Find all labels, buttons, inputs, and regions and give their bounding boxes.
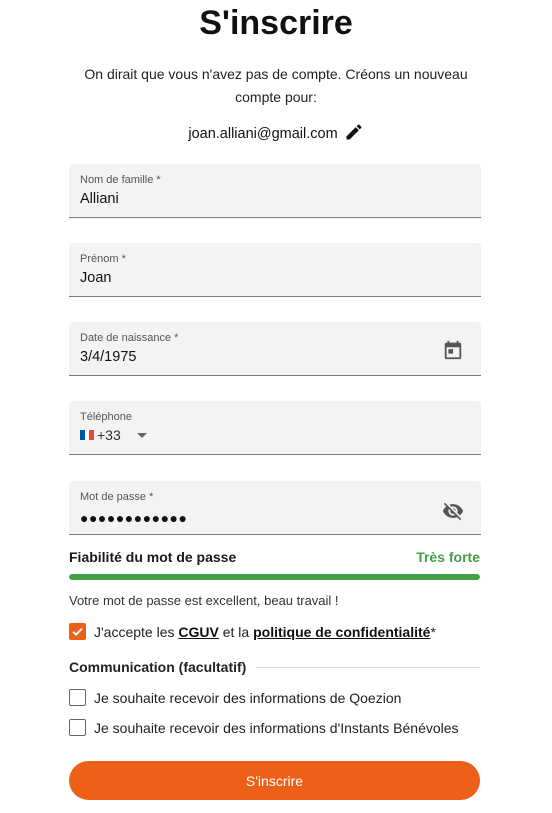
email-row: joan.alliani@gmail.com — [0, 122, 552, 146]
privacy-policy-link[interactable]: politique de confidentialité — [253, 624, 430, 640]
country-selector[interactable]: +33 — [80, 427, 147, 443]
password-value[interactable]: ●●●●●●●●●●●● — [80, 510, 187, 526]
instants-benevoles-checkbox[interactable] — [69, 719, 86, 736]
eye-off-icon[interactable] — [442, 500, 464, 522]
last-name-value[interactable]: Alliani — [80, 191, 119, 207]
comm-option-instants-benevoles: Je souhaite recevoir des informations d'… — [69, 719, 459, 736]
terms-row: J'accepte les CGUV et la politique de co… — [69, 623, 436, 640]
first-name-label: Prénom * — [80, 253, 126, 265]
phone-label: Téléphone — [80, 411, 132, 423]
comm-option-qoezion: Je souhaite recevoir des informations de… — [69, 689, 401, 706]
page-title: S'inscrire — [199, 4, 353, 42]
password-field[interactable]: Mot de passe * ●●●●●●●●●●●● — [69, 481, 481, 535]
first-name-value[interactable]: Joan — [80, 270, 111, 286]
terms-middle: et la — [218, 623, 254, 640]
checkmark-icon — [72, 628, 83, 636]
birth-date-field[interactable]: Date de naissance * 3/4/1975 — [69, 322, 481, 376]
cguv-link[interactable]: CGUV — [178, 624, 218, 640]
birth-date-value[interactable]: 3/4/1975 — [80, 349, 136, 365]
signup-button[interactable]: S'inscrire — [69, 761, 480, 800]
email-text: joan.alliani@gmail.com — [188, 126, 338, 142]
terms-checkbox[interactable] — [69, 623, 86, 640]
password-label: Mot de passe * — [80, 491, 154, 503]
last-name-label: Nom de famille * — [80, 174, 161, 186]
qoezion-checkbox[interactable] — [69, 689, 86, 706]
calendar-icon[interactable] — [442, 339, 464, 361]
communication-heading-row: Communication (facultatif) — [69, 659, 480, 675]
password-strength-message: Votre mot de passe est excellent, beau t… — [69, 593, 339, 608]
communication-heading: Communication (facultatif) — [69, 659, 247, 675]
instants-benevoles-label: Je souhaite recevoir des informations d'… — [94, 719, 459, 736]
password-strength-fill — [69, 574, 480, 580]
qoezion-label: Je souhaite recevoir des informations de… — [94, 689, 402, 706]
password-strength-level: Très forte — [416, 549, 480, 565]
divider — [256, 666, 480, 668]
intro-text: On dirait que vous n'avez pas de compte.… — [84, 66, 468, 105]
birth-date-label: Date de naissance * — [80, 332, 179, 344]
country-code: +33 — [97, 427, 121, 443]
france-flag-icon — [80, 430, 95, 440]
chevron-down-icon[interactable] — [136, 432, 147, 438]
phone-field[interactable]: Téléphone +33 — [69, 401, 481, 455]
last-name-field[interactable]: Nom de famille * Alliani — [69, 164, 481, 218]
password-strength-row: Fiabilité du mot de passe Très forte — [69, 549, 480, 565]
pencil-icon[interactable] — [344, 122, 364, 146]
terms-suffix: * — [430, 623, 436, 640]
first-name-field[interactable]: Prénom * Joan — [69, 243, 481, 297]
terms-prefix: J'accepte les — [94, 623, 179, 640]
password-strength-label: Fiabilité du mot de passe — [69, 549, 237, 565]
password-strength-bar — [69, 574, 480, 580]
